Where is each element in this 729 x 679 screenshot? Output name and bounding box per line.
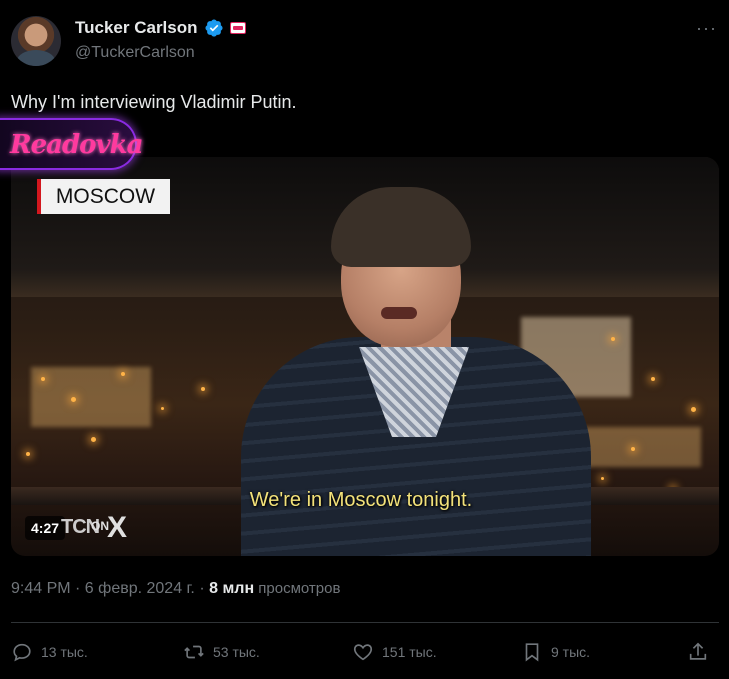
more-options-icon[interactable]: ··· bbox=[696, 18, 717, 39]
reply-button[interactable]: 13 тыс. bbox=[11, 636, 88, 668]
author-name-row: Tucker Carlson bbox=[75, 18, 246, 38]
tweet-meta: 9:44 PM · 6 февр. 2024 г. · 8 млн просмо… bbox=[11, 580, 340, 598]
views-label: просмотров bbox=[254, 580, 341, 597]
video-subtitle: We're in Moscow tonight. bbox=[249, 489, 473, 511]
tweet-timestamp[interactable]: 9:44 PM · 6 февр. 2024 г. · bbox=[11, 580, 209, 597]
divider bbox=[11, 622, 719, 623]
tweet-header: Tucker Carlson @TuckerCarlson ··· bbox=[11, 14, 719, 66]
view-count: 8 млн bbox=[209, 580, 255, 597]
like-button[interactable]: 151 тыс. bbox=[352, 636, 437, 668]
share-button[interactable] bbox=[687, 636, 709, 668]
repost-button[interactable]: 53 тыс. bbox=[183, 636, 260, 668]
readovka-watermark: Readovka bbox=[0, 118, 143, 170]
tweet-text: Why I'm interviewing Vladimir Putin. bbox=[11, 92, 297, 112]
bookmark-icon bbox=[525, 643, 539, 662]
author-name[interactable]: Tucker Carlson bbox=[75, 18, 198, 38]
tcn-org-badge-icon[interactable] bbox=[229, 22, 246, 34]
reply-icon bbox=[13, 643, 31, 662]
heart-icon bbox=[353, 644, 373, 661]
repost-icon bbox=[184, 645, 204, 659]
verified-badge-icon bbox=[204, 19, 223, 37]
author-avatar[interactable] bbox=[11, 16, 61, 66]
location-lower-third: MOSCOW bbox=[37, 179, 170, 214]
video-player[interactable]: MOSCOW We're in Moscow tonight. 4:27 TCN… bbox=[11, 157, 719, 556]
like-count: 151 тыс. bbox=[382, 644, 437, 660]
video-duration: 4:27 bbox=[25, 516, 66, 540]
tweet-actions: 13 тыс. 53 тыс. 151 тыс. 9 тыс. bbox=[11, 636, 719, 668]
readovka-logo-text: Readovka bbox=[10, 130, 143, 160]
bookmark-button[interactable]: 9 тыс. bbox=[521, 636, 590, 668]
bookmark-count: 9 тыс. bbox=[551, 644, 591, 660]
x-logo-icon: X bbox=[107, 511, 128, 544]
author-handle[interactable]: @TuckerCarlson bbox=[75, 44, 195, 62]
reply-count: 13 тыс. bbox=[41, 644, 88, 660]
share-icon bbox=[689, 642, 707, 660]
repost-count: 53 тыс. bbox=[213, 644, 260, 660]
